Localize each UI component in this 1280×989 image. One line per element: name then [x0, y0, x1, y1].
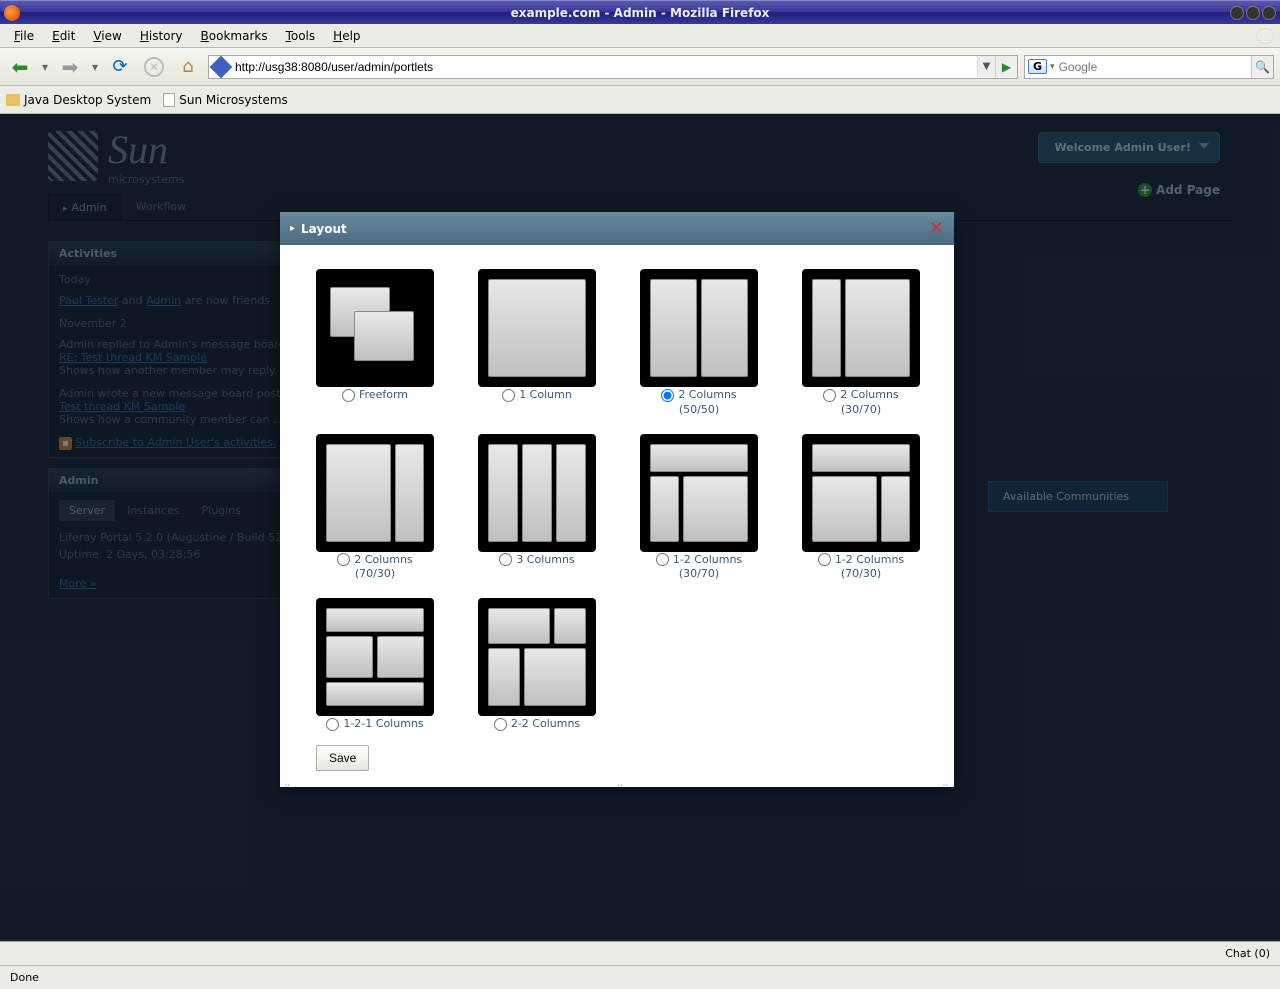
layout-radio-2col5050[interactable]: 2 Columns (50/50) — [661, 388, 736, 416]
firefox-icon — [4, 5, 20, 21]
menu-tools[interactable]: Tools — [278, 27, 324, 45]
layout-thumb-12col3070[interactable] — [640, 434, 758, 552]
layout-radio-121col[interactable]: 1-2-1 Columns — [326, 717, 423, 730]
menu-help[interactable]: Help — [325, 27, 368, 45]
url-history-dropdown[interactable]: ▼ — [977, 56, 995, 78]
menu-bookmarks[interactable]: Bookmarks — [193, 27, 276, 45]
layout-thumb-2col5050[interactable] — [640, 269, 758, 387]
layout-radio-1col[interactable]: 1 Column — [502, 388, 572, 401]
search-bar: G ▾ 🔍 — [1024, 55, 1274, 79]
stop-button: ✕ — [140, 53, 168, 81]
layout-thumb-freeform[interactable] — [316, 269, 434, 387]
folder-icon — [6, 94, 20, 106]
menu-file[interactable]: File — [6, 27, 42, 45]
layout-radio-12col3070[interactable]: 1-2 Columns (30/70) — [656, 553, 742, 581]
search-go-button[interactable]: 🔍 — [1251, 56, 1273, 78]
layout-radio-12col7030[interactable]: 1-2 Columns (70/30) — [818, 553, 904, 581]
go-button[interactable]: ▶ — [995, 56, 1017, 78]
throbber-icon — [1256, 28, 1274, 44]
layout-radio-3col[interactable]: 3 Columns — [499, 553, 574, 566]
chat-toggle[interactable]: Chat (0) — [1225, 947, 1270, 960]
chat-bar: Chat (0) — [0, 941, 1280, 965]
search-engine-dropdown[interactable]: ▾ — [1050, 62, 1055, 72]
bookmark-jds[interactable]: Java Desktop System — [6, 93, 151, 107]
window-titlebar: example.com - Admin - Mozilla Firefox — [0, 0, 1280, 24]
layout-radio-22col[interactable]: 2-2 Columns — [494, 717, 580, 730]
layout-radio-2col3070[interactable]: 2 Columns (30/70) — [823, 388, 898, 416]
layout-thumb-121col[interactable] — [316, 598, 434, 716]
reload-button[interactable]: ⟳ — [106, 53, 134, 81]
resize-handle-s[interactable]: ⣀ — [617, 777, 625, 785]
menu-history[interactable]: History — [132, 27, 191, 45]
maximize-button[interactable] — [1246, 6, 1260, 20]
address-bar: ▼ ▶ — [208, 55, 1018, 79]
window-title: example.com - Admin - Mozilla Firefox — [511, 6, 770, 20]
forward-dropdown[interactable]: ▾ — [90, 60, 100, 74]
search-engine-icon[interactable]: G — [1028, 59, 1047, 74]
home-button[interactable]: ⌂ — [174, 53, 202, 81]
minimize-button[interactable] — [1230, 6, 1244, 20]
layout-thumb-2col3070[interactable] — [802, 269, 920, 387]
bookmarks-toolbar: Java Desktop System Sun Microsystems — [0, 86, 1280, 114]
layout-radio-freeform[interactable]: Freeform — [342, 388, 408, 401]
nav-toolbar: ⬅ ▾ ➡ ▾ ⟳ ✕ ⌂ ▼ ▶ G ▾ 🔍 — [0, 48, 1280, 86]
modal-titlebar: ▸ Layout ✕ — [280, 212, 954, 245]
menu-edit[interactable]: Edit — [44, 27, 83, 45]
page-icon — [163, 93, 175, 107]
bookmark-label: Sun Microsystems — [179, 93, 288, 107]
close-icon[interactable]: ✕ — [929, 218, 944, 239]
modal-title: Layout — [301, 222, 347, 236]
bookmark-label: Java Desktop System — [24, 93, 151, 107]
layout-thumb-1col[interactable] — [478, 269, 596, 387]
close-window-button[interactable] — [1262, 6, 1276, 20]
layout-radio-2col7030[interactable]: 2 Columns (70/30) — [337, 553, 412, 581]
layout-modal: ▸ Layout ✕ Freeform 1 Column — [280, 212, 954, 787]
back-button[interactable]: ⬅ — [6, 53, 34, 81]
url-input[interactable] — [233, 58, 977, 76]
resize-handle-sw[interactable]: ⣀ — [284, 777, 292, 785]
layout-thumb-2col7030[interactable] — [316, 434, 434, 552]
back-dropdown[interactable]: ▾ — [40, 60, 50, 74]
menu-view[interactable]: View — [85, 27, 129, 45]
menubar: File Edit View History Bookmarks Tools H… — [0, 24, 1280, 48]
layout-thumb-12col7030[interactable] — [802, 434, 920, 552]
save-button[interactable]: Save — [316, 745, 369, 771]
status-bar: Done — [0, 965, 1280, 989]
site-favicon — [210, 55, 233, 78]
search-input[interactable] — [1057, 58, 1251, 76]
bookmark-sun[interactable]: Sun Microsystems — [163, 93, 288, 107]
forward-button: ➡ — [56, 53, 84, 81]
status-text: Done — [10, 971, 39, 984]
layout-thumb-3col[interactable] — [478, 434, 596, 552]
expand-icon: ▸ — [290, 223, 295, 234]
resize-handle-se[interactable]: ⣀ — [942, 777, 950, 785]
layout-thumb-22col[interactable] — [478, 598, 596, 716]
